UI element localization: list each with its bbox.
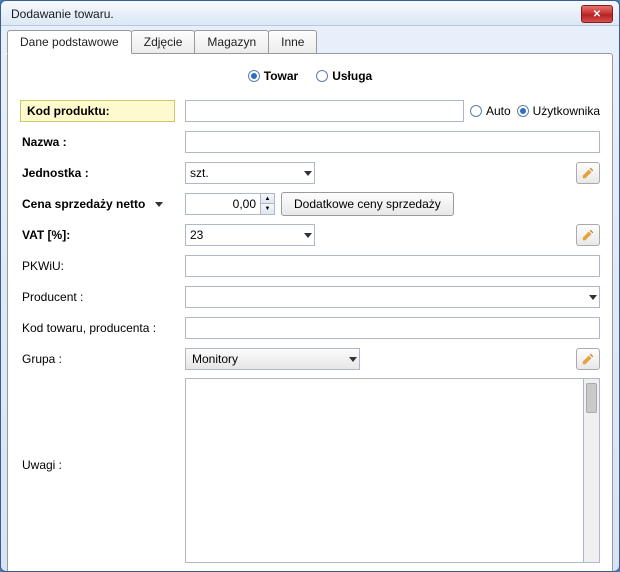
uwagi-wrap [185, 378, 600, 563]
pkwiu-input[interactable] [185, 255, 600, 277]
spin-down-button[interactable]: ▼ [261, 204, 274, 214]
label-vat: VAT [%]: [20, 228, 185, 242]
radio-towar-label: Towar [264, 69, 298, 83]
pkwiu-field-wrap [185, 255, 600, 277]
chevron-down-icon [304, 171, 312, 176]
row-kodprod: Kod towaru, producenta : [20, 316, 600, 340]
jednostka-value: szt. [190, 166, 209, 180]
content-area: Dane podstawowe Zdjęcie Magazyn Inne Tow… [1, 26, 619, 572]
radio-auto-label: Auto [486, 104, 511, 118]
close-button[interactable]: ✕ [581, 5, 613, 23]
pencil-icon [581, 228, 595, 242]
vat-field-wrap: 23 [185, 224, 600, 246]
vat-value: 23 [190, 228, 203, 242]
cena-input[interactable]: 0,00 ▲ ▼ [185, 193, 275, 215]
kod-input[interactable] [185, 100, 464, 122]
tab-inne[interactable]: Inne [268, 30, 317, 53]
chevron-down-icon [589, 295, 597, 300]
row-cena: Cena sprzedaży netto 0,00 ▲ ▼ Dodatkowe … [20, 192, 600, 216]
row-jednostka: Jednostka : szt. [20, 161, 600, 185]
window-title: Dodawanie towaru. [11, 7, 114, 21]
label-jednostka: Jednostka : [20, 166, 185, 180]
dodatkowe-ceny-label: Dodatkowe ceny sprzedaży [294, 197, 441, 211]
scrollbar-thumb[interactable] [586, 383, 597, 413]
radio-uzytkownika[interactable]: Użytkownika [517, 104, 600, 118]
radio-auto[interactable]: Auto [470, 104, 511, 118]
dialog-window: Dodawanie towaru. ✕ Dane podstawowe Zdję… [0, 0, 620, 572]
label-producent: Producent : [20, 290, 185, 304]
radio-usluga[interactable]: Usługa [316, 69, 372, 83]
row-kod: Kod produktu: Auto Użytkownika [20, 99, 600, 123]
grupa-select[interactable]: Monitory [185, 348, 360, 370]
label-kod: Kod produktu: [20, 100, 175, 122]
label-grupa: Grupa : [20, 352, 185, 366]
uwagi-textarea[interactable] [185, 378, 584, 563]
chevron-down-icon[interactable] [155, 202, 163, 207]
tab-dane-podstawowe[interactable]: Dane podstawowe [7, 30, 132, 54]
titlebar: Dodawanie towaru. ✕ [1, 1, 619, 26]
type-radio-row: Towar Usługa [20, 64, 600, 88]
label-uwagi: Uwagi : [20, 378, 185, 472]
dodatkowe-ceny-button[interactable]: Dodatkowe ceny sprzedaży [281, 192, 454, 216]
kodprod-input[interactable] [185, 317, 600, 339]
jednostka-select[interactable]: szt. [185, 162, 315, 184]
pencil-icon [581, 166, 595, 180]
radio-icon [316, 70, 328, 82]
radio-icon [470, 105, 482, 117]
tabstrip: Dane podstawowe Zdjęcie Magazyn Inne [7, 30, 613, 53]
grupa-value: Monitory [192, 352, 238, 366]
radio-uzytkownika-label: Użytkownika [533, 104, 600, 118]
label-kodprod: Kod towaru, producenta : [20, 321, 185, 335]
tab-panel: Towar Usługa Kod produktu: Auto [7, 53, 613, 572]
row-producent: Producent : [20, 285, 600, 309]
edit-vat-button[interactable] [576, 224, 600, 246]
nazwa-input[interactable] [185, 131, 600, 153]
row-grupa: Grupa : Monitory [20, 347, 600, 371]
pencil-icon [581, 352, 595, 366]
radio-usluga-label: Usługa [332, 69, 372, 83]
radio-icon [248, 70, 260, 82]
label-nazwa: Nazwa : [20, 135, 185, 149]
chevron-down-icon [304, 233, 312, 238]
row-vat: VAT [%]: 23 [20, 223, 600, 247]
cena-field-wrap: 0,00 ▲ ▼ Dodatkowe ceny sprzedaży [185, 192, 600, 216]
radio-icon [517, 105, 529, 117]
row-nazwa: Nazwa : [20, 130, 600, 154]
tab-magazyn[interactable]: Magazyn [194, 30, 269, 53]
label-cena: Cena sprzedaży netto [22, 197, 145, 211]
producent-select[interactable] [185, 286, 600, 308]
label-cena-wrap: Cena sprzedaży netto [20, 197, 185, 211]
vat-select[interactable]: 23 [185, 224, 315, 246]
kodprod-field-wrap [185, 317, 600, 339]
spin-up-button[interactable]: ▲ [261, 194, 274, 204]
scrollbar[interactable] [584, 378, 600, 563]
cena-spinners: ▲ ▼ [260, 194, 274, 214]
cena-value: 0,00 [186, 197, 260, 211]
close-icon: ✕ [593, 9, 601, 20]
jednostka-field-wrap: szt. [185, 162, 600, 184]
tab-zdjecie[interactable]: Zdjęcie [131, 30, 196, 53]
grupa-field-wrap: Monitory [185, 348, 600, 370]
chevron-down-icon [349, 357, 357, 362]
edit-jednostka-button[interactable] [576, 162, 600, 184]
nazwa-field-wrap [185, 131, 600, 153]
radio-towar[interactable]: Towar [248, 69, 298, 83]
row-pkwiu: PKWiU: [20, 254, 600, 278]
kod-field-wrap: Auto Użytkownika [185, 100, 600, 122]
label-pkwiu: PKWiU: [20, 259, 185, 273]
edit-grupa-button[interactable] [576, 348, 600, 370]
producent-field-wrap [185, 286, 600, 308]
row-uwagi: Uwagi : [20, 378, 600, 563]
